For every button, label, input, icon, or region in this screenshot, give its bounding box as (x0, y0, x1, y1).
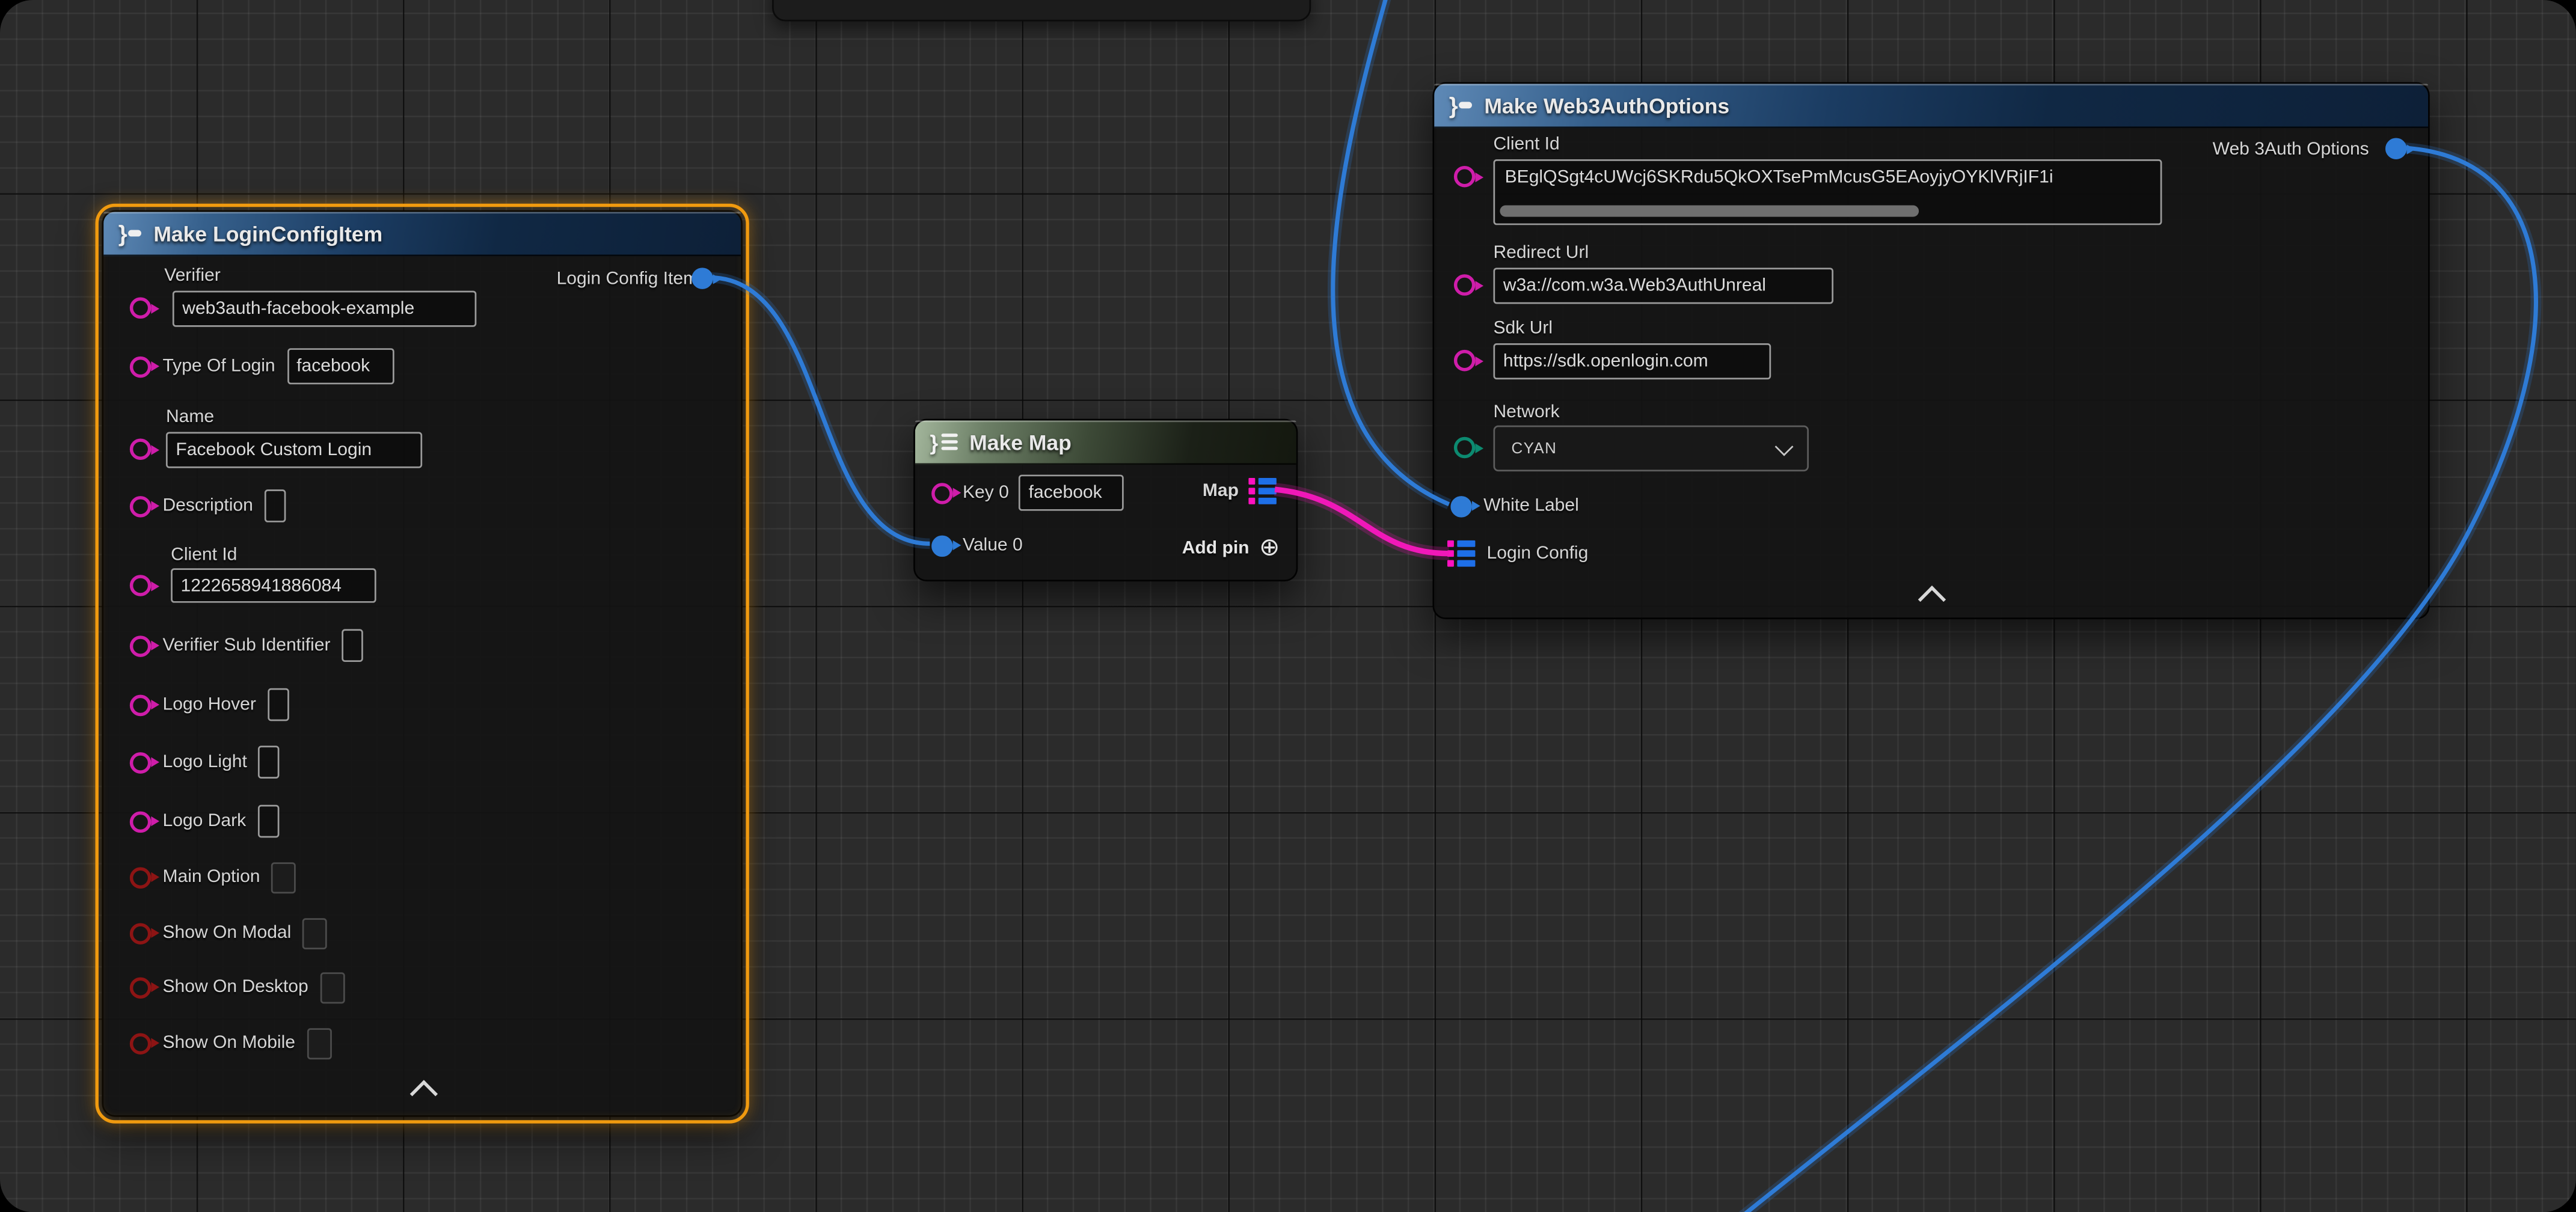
logo-hover-pin[interactable] (130, 694, 152, 715)
redirect-url-pin[interactable] (1454, 274, 1476, 296)
pin-label: White Label (1483, 496, 1579, 516)
wire-top-to-whitelabel (1333, 0, 1449, 504)
horizontal-scrollbar-thumb[interactable] (1500, 206, 1919, 217)
chevron-down-icon (1775, 436, 1794, 455)
show-on-modal-checkbox[interactable] (302, 917, 327, 949)
name-pin[interactable] (130, 438, 152, 460)
node-make-map[interactable]: Make Map Key 0 facebook Map Value 0 Add … (913, 419, 1298, 581)
verifier-sub-identifier-pin[interactable] (130, 635, 152, 656)
pin-label: Logo Hover (162, 695, 256, 715)
map-output-label: Map (1203, 482, 1239, 501)
redirect-url-input[interactable]: w3a://com.w3a.Web3AuthUnreal (1493, 268, 1833, 304)
description-pin[interactable] (130, 495, 152, 517)
verifier-pin[interactable] (130, 298, 152, 319)
add-pin-plus-icon: ⊕ (1259, 536, 1280, 560)
verifier-input[interactable]: web3auth-facebook-example (173, 291, 476, 327)
white-label-pin[interactable] (1450, 495, 1472, 517)
client-id-pin[interactable] (130, 575, 152, 596)
node-title: Make Map (969, 429, 1072, 454)
pin-label: Show On Modal (162, 923, 291, 943)
key0-input[interactable]: facebook (1019, 475, 1124, 511)
client-id-input[interactable]: BEglQSgt4cUWcj6SKRdu5QkOXTsePmMcusG5EAoy… (1493, 159, 2162, 225)
type-of-login-input[interactable]: facebook (287, 348, 394, 384)
wire-top-to-whitelabel-glow (1333, 0, 1449, 504)
logo-light-input[interactable] (259, 745, 280, 779)
map-output-pin[interactable] (1248, 478, 1276, 504)
network-dropdown[interactable]: CYAN (1493, 426, 1809, 471)
field-label: Verifier (164, 266, 221, 286)
blueprint-editor: Make LoginConfigItem Login Config Item V… (0, 0, 2576, 1212)
node-make-loginconfigitem[interactable]: Make LoginConfigItem Login Config Item V… (102, 210, 743, 1117)
network-selected-value: CYAN (1512, 439, 1557, 458)
pin-label: Description (162, 496, 253, 516)
wire-loginconfigitem-to-value0 (710, 278, 930, 544)
field-label: Redirect Url (1493, 243, 1589, 263)
logo-dark-input[interactable] (257, 805, 279, 838)
description-input[interactable] (265, 489, 286, 522)
field-label: Name (166, 408, 214, 427)
login-config-pin[interactable] (1447, 540, 1475, 567)
login-config-item-output-pin[interactable] (692, 268, 713, 289)
wire-map-to-loginconfig (1275, 489, 1449, 554)
client-id-text: BEglQSgt4cUWcj6SKRdu5QkOXTsePmMcusG5EAoy… (1495, 161, 2160, 188)
client-id-pin[interactable] (1454, 166, 1476, 188)
main-option-pin[interactable] (130, 866, 152, 888)
pin-label: Verifier Sub Identifier (162, 635, 330, 655)
type-of-login-pin[interactable] (130, 355, 152, 377)
collapse-chevron-icon[interactable] (1918, 586, 1946, 613)
show-on-desktop-checkbox[interactable] (320, 972, 345, 1003)
add-pin-button[interactable]: Add pin ⊕ (1182, 536, 1280, 560)
field-label: Client Id (1493, 135, 1559, 155)
node-make-web3authoptions[interactable]: Make Web3AuthOptions Web 3Auth Options C… (1432, 82, 2429, 619)
value0-pin[interactable] (931, 534, 953, 556)
graph-canvas[interactable]: Make LoginConfigItem Login Config Item V… (0, 0, 2576, 1212)
field-label: Client Id (171, 545, 237, 565)
node-header[interactable]: Make Map (915, 420, 1296, 465)
pin-label: Logo Dark (162, 812, 246, 831)
field-label: Sdk Url (1493, 319, 1553, 338)
wire-loginconfigitem-to-value0-glow (710, 278, 930, 544)
pin-label: Type Of Login (162, 357, 275, 376)
show-on-desktop-pin[interactable] (130, 976, 152, 998)
verifier-sub-identifier-input[interactable] (342, 629, 364, 662)
field-label: Network (1493, 402, 1559, 422)
web3auth-options-output-pin[interactable] (2385, 138, 2407, 159)
pin-label: Value 0 (963, 536, 1023, 556)
logo-dark-pin[interactable] (130, 810, 152, 832)
output-pin-label: Login Config Item (557, 269, 699, 289)
pin-label: Key 0 (963, 483, 1009, 503)
network-pin[interactable] (1454, 437, 1476, 459)
name-input[interactable]: Facebook Custom Login (166, 432, 422, 468)
logo-light-pin[interactable] (130, 751, 152, 773)
logo-hover-input[interactable] (268, 688, 289, 721)
pin-label: Logo Light (162, 752, 247, 772)
output-pin-label: Web 3Auth Options (2213, 139, 2369, 159)
show-on-modal-pin[interactable] (130, 922, 152, 944)
wire-map-to-loginconfig-glow (1275, 489, 1449, 554)
show-on-mobile-checkbox[interactable] (307, 1027, 331, 1059)
pin-label: Show On Desktop (162, 978, 308, 997)
node-title: Make LoginConfigItem (153, 221, 382, 245)
node-header[interactable]: Make LoginConfigItem (103, 212, 741, 256)
collapse-chevron-icon[interactable] (410, 1080, 438, 1107)
make-struct-icon (118, 220, 142, 246)
key0-pin[interactable] (931, 482, 953, 504)
sdk-url-input[interactable]: https://sdk.openlogin.com (1493, 343, 1771, 379)
add-pin-label: Add pin (1182, 538, 1250, 558)
pin-label: Main Option (162, 868, 260, 887)
offscreen-node-remnant[interactable] (772, 0, 1311, 22)
sdk-url-pin[interactable] (1454, 350, 1476, 372)
make-struct-icon (1449, 92, 1473, 118)
pin-label: Login Config (1487, 543, 1589, 563)
node-title: Make Web3AuthOptions (1484, 93, 1729, 117)
client-id-input[interactable]: 1222658941886084 (171, 568, 376, 602)
node-header[interactable]: Make Web3AuthOptions (1434, 84, 2428, 128)
main-option-checkbox[interactable] (272, 862, 296, 893)
make-map-icon (930, 429, 958, 454)
show-on-mobile-pin[interactable] (130, 1032, 152, 1054)
pin-label: Show On Mobile (162, 1033, 295, 1053)
